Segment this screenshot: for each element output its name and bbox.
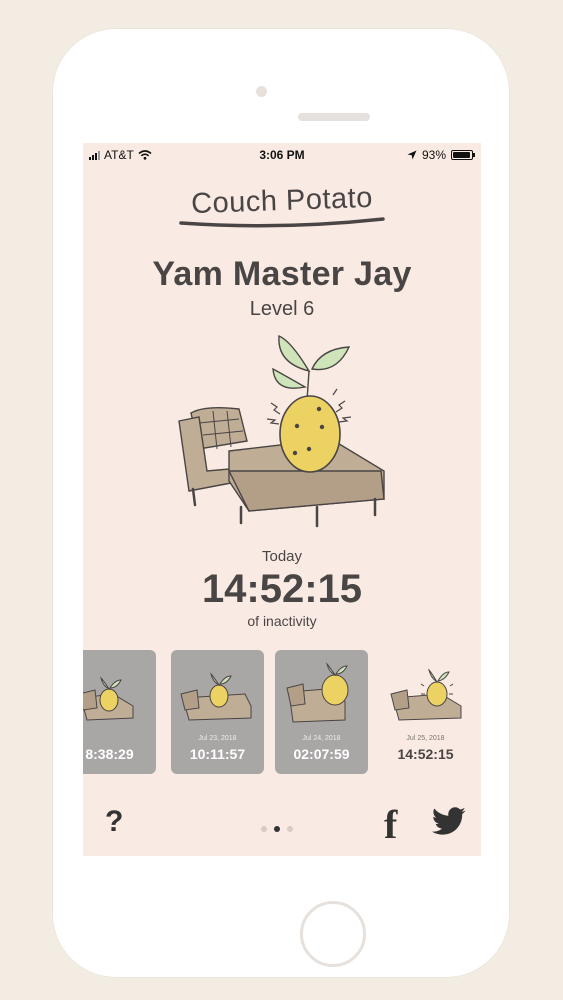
couch-potato-thumbnail (180, 672, 252, 721)
history-card[interactable]: Jul 23, 2018 10:11:57 (171, 650, 264, 774)
history-carousel[interactable]: 8:38:29 Jul 23, 2018 10:11:57 Jul 24, 20… (83, 650, 481, 775)
history-date: Jul 23, 2018 (198, 735, 237, 742)
history-duration: 02:07:59 (293, 746, 350, 762)
player-level: Level 6 (249, 298, 315, 320)
battery-fill (453, 152, 470, 158)
history-duration: 14:52:15 (397, 746, 454, 762)
app-logo: Couch Potato (169, 182, 395, 235)
couch-potato-thumbnail (83, 676, 134, 721)
app-screen: AT&T 3:06 PM 93% Couch Potato Yam Master… (83, 143, 481, 856)
history-date: Jul 25, 2018 (406, 735, 445, 742)
couch-potato-illustration (169, 331, 395, 546)
facebook-icon[interactable]: f (384, 801, 397, 848)
battery-percent: 93% (421, 148, 446, 162)
twitter-icon[interactable] (431, 807, 467, 837)
page-dot-active[interactable] (274, 826, 280, 832)
couch-potato-thumbnail (390, 668, 462, 721)
help-icon[interactable]: ? (105, 805, 123, 839)
history-duration: 10:11:57 (189, 746, 246, 762)
battery-icon (451, 150, 475, 160)
history-card-current[interactable]: Jul 25, 2018 14:52:15 (379, 650, 472, 774)
home-button[interactable] (300, 901, 366, 967)
history-duration: 8:38:29 (85, 746, 134, 762)
couch-potato-thumbnail (286, 662, 349, 723)
inactivity-caption: of inactivity (247, 613, 317, 629)
page-dot[interactable] (287, 826, 293, 832)
status-bar: AT&T 3:06 PM 93% (83, 143, 481, 167)
location-arrow-icon (407, 150, 417, 160)
player-name: Yam Master Jay (152, 255, 412, 293)
front-camera (256, 86, 267, 97)
page-indicator[interactable] (261, 826, 293, 832)
today-label: Today (261, 548, 303, 565)
page-dot[interactable] (261, 826, 267, 832)
inactivity-timer: 14:52:15 (201, 567, 363, 611)
status-right-group: 93% (407, 148, 475, 162)
history-card[interactable]: 8:38:29 (83, 650, 156, 774)
logo-underline (179, 217, 385, 228)
history-date: Jul 24, 2018 (302, 735, 341, 742)
earpiece-speaker (298, 113, 370, 121)
history-card[interactable]: Jul 24, 2018 02:07:59 (275, 650, 368, 774)
